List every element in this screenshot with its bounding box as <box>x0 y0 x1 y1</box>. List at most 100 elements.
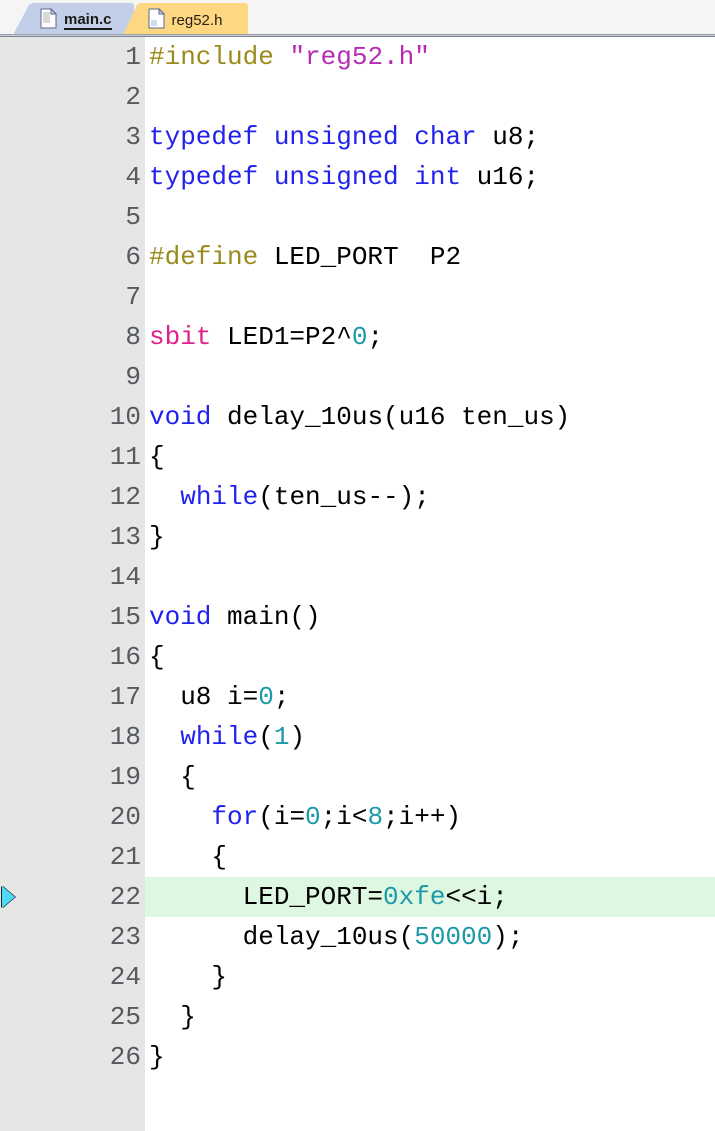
line-number: 17 <box>109 682 141 712</box>
code-token: 0 <box>305 802 321 832</box>
line-number: 18 <box>109 722 141 752</box>
code-line[interactable] <box>145 557 715 597</box>
code-token: ) <box>289 722 306 752</box>
code-line[interactable]: } <box>145 997 715 1037</box>
code-line[interactable]: } <box>145 517 715 557</box>
line-number: 4 <box>125 162 141 192</box>
code-line[interactable]: { <box>145 437 715 477</box>
line-number: 10 <box>109 402 141 432</box>
line-number: 23 <box>109 922 141 952</box>
code-line[interactable]: } <box>145 1037 715 1077</box>
document-icon <box>40 7 58 33</box>
editor-marker-column[interactable] <box>0 37 22 1131</box>
code-line[interactable]: delay_10us(50000); <box>145 917 715 957</box>
code-line[interactable]: { <box>145 757 715 797</box>
line-number: 22 <box>109 882 141 912</box>
code-token: LED_PORT P2 <box>258 242 462 272</box>
code-token: 50000 <box>414 922 493 952</box>
code-line[interactable]: #define LED_PORT P2 <box>145 237 715 277</box>
code-token: typedef unsigned char <box>149 122 477 152</box>
code-line[interactable]: typedef unsigned char u8; <box>145 117 715 157</box>
code-token: <<i; <box>445 882 508 912</box>
code-token: ( <box>258 722 274 752</box>
code-token: (ten_us--); <box>258 482 430 512</box>
line-number: 6 <box>125 242 141 272</box>
code-line[interactable]: while(1) <box>145 717 715 757</box>
code-line[interactable]: { <box>145 837 715 877</box>
code-token: } <box>149 962 228 992</box>
execution-arrow-icon[interactable] <box>2 886 15 908</box>
line-number: 21 <box>109 842 141 872</box>
code-token: u16; <box>461 162 540 192</box>
code-token: 0 <box>351 322 368 352</box>
code-line[interactable] <box>145 277 715 317</box>
code-line[interactable]: } <box>145 957 715 997</box>
code-token: ;i++) <box>383 802 462 832</box>
code-token: #include <box>149 42 274 72</box>
line-number: 3 <box>125 122 141 152</box>
code-editor[interactable]: 1 2 3 4 5 6 7 8 9 10 11 12 13 14 15 16 17 18 19 20 21 22 23 24 2… <box>0 37 715 1131</box>
tab-reg52-h[interactable]: reg52.h <box>121 3 249 37</box>
code-token: ; <box>367 322 384 352</box>
tab-main-c[interactable]: main.c <box>12 3 134 37</box>
line-number: 5 <box>125 202 141 232</box>
code-token: } <box>149 1002 196 1032</box>
line-number: 9 <box>125 362 141 392</box>
code-token: 8 <box>367 802 384 832</box>
code-line[interactable]: u8 i=0; <box>145 677 715 717</box>
line-number: 2 <box>125 82 141 112</box>
code-text-area[interactable]: #include "reg52.h" typedef unsigned char … <box>145 37 715 1131</box>
line-number: 1 <box>125 42 141 72</box>
code-token: u8 i= <box>149 682 259 712</box>
code-token: ); <box>492 922 524 952</box>
code-token: ;i< <box>320 802 368 832</box>
code-token: delay_10us(u16 ten_us) <box>211 402 571 432</box>
code-token: LED1=P2^ <box>211 322 352 352</box>
code-token: "reg52.h" <box>289 42 430 72</box>
code-token: (i= <box>258 802 306 832</box>
code-line[interactable]: while(ten_us--); <box>145 477 715 517</box>
tab-label-main-c: main.c <box>64 10 112 30</box>
code-line[interactable]: #include "reg52.h" <box>145 37 715 77</box>
line-number: 26 <box>109 1042 141 1072</box>
editor-tab-bar: main.c reg52.h <box>0 0 715 37</box>
line-number: 24 <box>109 962 141 992</box>
line-number: 11 <box>109 442 141 472</box>
code-token: LED_PORT= <box>149 882 384 912</box>
tab-label-reg52-h: reg52.h <box>171 11 223 29</box>
line-number: 16 <box>109 642 141 672</box>
code-line[interactable] <box>145 77 715 117</box>
code-line[interactable] <box>145 197 715 237</box>
code-line[interactable]: for(i=0;i<8;i++) <box>145 797 715 837</box>
code-line[interactable]: typedef unsigned int u16; <box>145 157 715 197</box>
code-token: delay_10us( <box>149 922 415 952</box>
line-number: 15 <box>109 602 141 632</box>
code-line[interactable] <box>145 357 715 397</box>
line-number: 13 <box>109 522 141 552</box>
code-token: 0 <box>258 682 274 712</box>
code-line[interactable]: void main() <box>145 597 715 637</box>
code-line[interactable]: { <box>145 637 715 677</box>
code-token: } <box>149 522 165 552</box>
code-token: { <box>149 442 165 472</box>
code-token: while <box>180 482 259 512</box>
line-number-gutter: 1 2 3 4 5 6 7 8 9 10 11 12 13 14 15 16 17 18 19 20 21 22 23 24 2… <box>22 37 145 1131</box>
document-icon <box>148 7 165 33</box>
code-line[interactable]: void delay_10us(u16 ten_us) <box>145 397 715 437</box>
line-number: 8 <box>125 322 141 352</box>
code-token: } <box>149 1042 165 1072</box>
line-number: 12 <box>109 482 141 512</box>
code-token: #define <box>149 242 259 272</box>
code-token: main() <box>211 602 321 632</box>
code-line[interactable]: LED_PORT=0xfe<<i; <box>145 877 715 917</box>
line-number: 7 <box>125 282 141 312</box>
code-token: typedef unsigned int <box>149 162 462 192</box>
code-token: void <box>149 602 212 632</box>
code-token: void <box>149 402 212 432</box>
code-line[interactable]: sbit LED1=P2^0; <box>145 317 715 357</box>
code-token: while <box>180 722 259 752</box>
code-token: u8; <box>476 122 540 152</box>
